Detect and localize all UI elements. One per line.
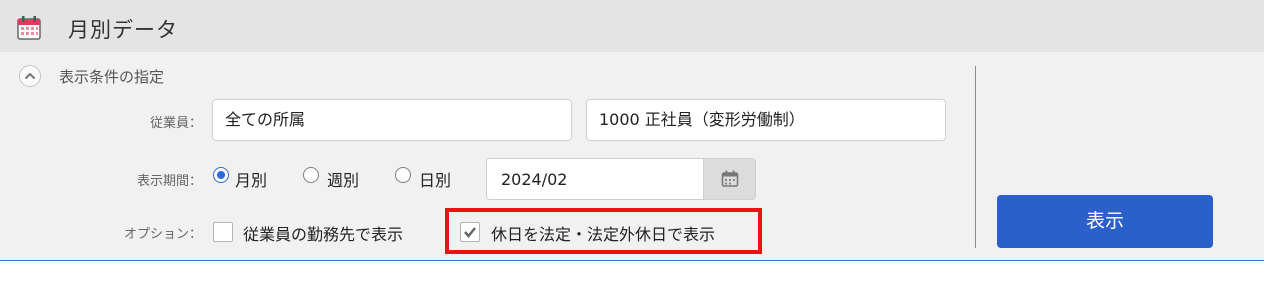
page-title: 月別データ [68, 18, 178, 42]
section-title: 表示条件の指定 [59, 68, 165, 86]
date-value[interactable]: 2024/02 [501, 159, 567, 201]
department-select[interactable]: 全ての所属 [212, 99, 572, 141]
highlight-box [445, 208, 762, 254]
checkbox-workplace-label[interactable]: 従業員の勤務先で表示 [243, 221, 403, 245]
employee-select[interactable]: 1000 正社員（変形労働制） [586, 99, 946, 141]
date-field[interactable]: 2024/02 [486, 158, 756, 200]
employee-label: 従業員： [149, 116, 202, 131]
date-picker-button[interactable] [703, 159, 755, 199]
calendar-icon [721, 170, 739, 187]
radio-weekly[interactable] [303, 167, 319, 183]
panel-bottom-border [0, 260, 1264, 261]
period-label: 表示期間： [136, 174, 202, 189]
page-header: 月別データ [0, 0, 1264, 52]
radio-monthly[interactable] [213, 167, 229, 183]
radio-daily[interactable] [395, 167, 411, 183]
chevron-up-icon [25, 73, 35, 79]
calendar-icon [17, 16, 41, 40]
checkbox-workplace[interactable] [213, 222, 233, 242]
radio-daily-label[interactable]: 日別 [419, 167, 451, 191]
option-label: オプション： [123, 227, 202, 242]
collapse-button[interactable] [19, 65, 41, 87]
vertical-divider [975, 66, 976, 248]
show-button[interactable]: 表示 [997, 195, 1213, 248]
radio-weekly-label[interactable]: 週別 [327, 167, 359, 191]
radio-monthly-label[interactable]: 月別 [235, 167, 267, 191]
